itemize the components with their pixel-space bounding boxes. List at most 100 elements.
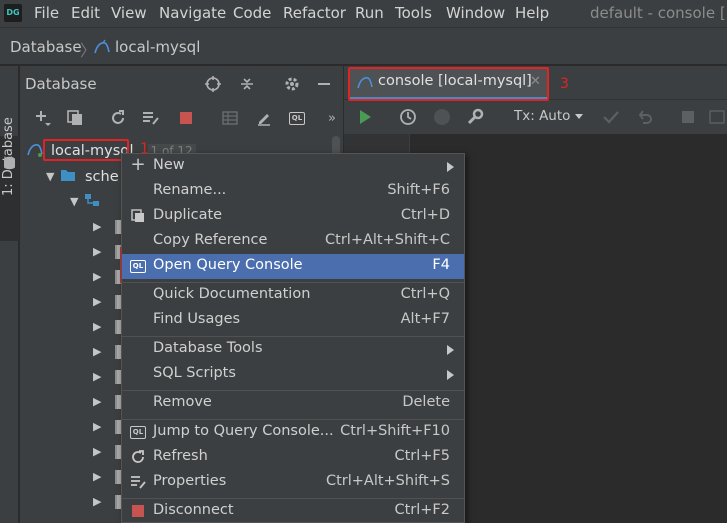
schema-icon bbox=[84, 193, 100, 211]
tree-schema-row[interactable]: ▼ sche bbox=[46, 164, 119, 189]
menu-item-database-tools[interactable]: Database Tools bbox=[122, 337, 464, 362]
collapse-all-icon[interactable] bbox=[236, 73, 258, 95]
submenu-arrow-icon bbox=[447, 345, 454, 355]
gear-icon[interactable] bbox=[281, 73, 303, 95]
tx-mode-select[interactable]: Tx: Auto bbox=[514, 108, 570, 124]
menu-item-label: Copy Reference bbox=[153, 232, 268, 248]
window-title: default - console [lo bbox=[590, 4, 727, 22]
rollback-icon[interactable] bbox=[634, 106, 656, 128]
properties-icon[interactable] bbox=[140, 107, 162, 129]
menu-item-open-query-console[interactable]: QL Open Query Console F4 bbox=[122, 254, 464, 279]
menu-item-label: Find Usages bbox=[153, 311, 241, 327]
menu-view[interactable]: View bbox=[111, 4, 147, 22]
menu-item-shortcut: F4 bbox=[432, 257, 450, 273]
edit-pencil-icon[interactable] bbox=[253, 107, 275, 129]
collapsed-arrow-icon: ▶ bbox=[93, 245, 102, 258]
menu-item-label: Quick Documentation bbox=[153, 286, 311, 302]
menu-item-shortcut: Delete bbox=[402, 394, 450, 410]
mysql-dolphin-icon bbox=[93, 39, 111, 59]
collapsed-arrow-icon: ▶ bbox=[93, 470, 102, 483]
menu-item-new[interactable]: + New bbox=[122, 154, 464, 179]
commit-check-icon[interactable] bbox=[600, 106, 622, 128]
menu-tools[interactable]: Tools bbox=[395, 4, 432, 22]
menu-item-quick-documentation[interactable]: Quick Documentation Ctrl+Q bbox=[122, 283, 464, 308]
collapsed-arrow-icon: ▶ bbox=[93, 220, 102, 233]
menu-item-copy-reference[interactable]: Copy Reference Ctrl+Alt+Shift+C bbox=[122, 229, 464, 254]
app-logo: DG bbox=[4, 4, 22, 22]
tree-schema-label: sche bbox=[85, 168, 119, 185]
menu-help[interactable]: Help bbox=[515, 4, 549, 22]
collapsed-arrow-icon: ▶ bbox=[93, 445, 102, 458]
menu-run[interactable]: Run bbox=[355, 4, 384, 22]
menu-item-duplicate[interactable]: Duplicate Ctrl+D bbox=[122, 204, 464, 229]
menu-item-shortcut: Ctrl+D bbox=[400, 207, 450, 223]
properties-icon bbox=[130, 474, 146, 490]
menu-item-shortcut: Shift+F6 bbox=[387, 182, 450, 198]
collapsed-arrow-icon: ▶ bbox=[93, 420, 102, 433]
refresh-icon[interactable] bbox=[107, 107, 129, 129]
submenu-arrow-icon bbox=[447, 370, 454, 380]
menu-item-remove[interactable]: Remove Delete bbox=[122, 391, 464, 416]
dropdown-arrow-icon bbox=[575, 114, 583, 119]
database-tool-tab[interactable]: 1: Database bbox=[0, 117, 19, 241]
menu-file[interactable]: File bbox=[34, 4, 59, 22]
history-clock-icon[interactable] bbox=[397, 106, 419, 128]
expanded-arrow-icon: ▼ bbox=[70, 195, 79, 208]
menu-edit[interactable]: Edit bbox=[71, 4, 100, 22]
menu-item-properties[interactable]: Properties Ctrl+Alt+Shift+S bbox=[122, 470, 464, 495]
ql-text: QL bbox=[289, 111, 305, 125]
collapsed-arrow-icon: ▶ bbox=[93, 370, 102, 383]
menu-item-disconnect[interactable]: Disconnect Ctrl+F2 bbox=[122, 499, 464, 523]
plus-icon: + bbox=[130, 153, 146, 175]
menu-item-refresh[interactable]: Refresh Ctrl+F5 bbox=[122, 445, 464, 470]
menu-item-shortcut: Ctrl+Shift+F10 bbox=[340, 423, 450, 439]
annotation-number-3: 3 bbox=[560, 76, 569, 92]
table-grid-icon[interactable] bbox=[219, 107, 241, 129]
ql-icon: QL bbox=[130, 424, 146, 440]
collapsed-arrow-icon: ▶ bbox=[93, 345, 102, 358]
database-panel-header: Database bbox=[20, 66, 343, 102]
stop-icon bbox=[130, 503, 146, 519]
menu-code[interactable]: Code bbox=[233, 4, 271, 22]
grid-icon[interactable] bbox=[706, 106, 727, 128]
menu-item-jump-to-query-console[interactable]: QL Jump to Query Console... Ctrl+Shift+F… bbox=[122, 420, 464, 445]
run-icon[interactable] bbox=[354, 106, 376, 128]
more-icon[interactable]: » bbox=[321, 107, 343, 129]
target-icon[interactable] bbox=[202, 73, 224, 95]
menu-item-shortcut: Ctrl+Alt+Shift+C bbox=[325, 232, 450, 248]
menu-item-label: Refresh bbox=[153, 448, 208, 464]
menu-item-find-usages[interactable]: Find Usages Alt+F7 bbox=[122, 308, 464, 333]
menu-navigate[interactable]: Navigate bbox=[159, 4, 226, 22]
database-cylinder-icon bbox=[3, 156, 16, 174]
minimize-icon[interactable] bbox=[313, 73, 335, 95]
stop-icon[interactable] bbox=[175, 107, 197, 129]
add-icon[interactable] bbox=[32, 107, 54, 129]
editor-toolbar: Tx: Auto bbox=[344, 100, 727, 134]
menu-item-label: Disconnect bbox=[153, 502, 234, 518]
menu-item-label: Database Tools bbox=[153, 340, 263, 356]
session-circle-icon[interactable] bbox=[431, 106, 453, 128]
collapsed-arrow-icon: ▶ bbox=[93, 395, 102, 408]
duplicate-icon[interactable] bbox=[64, 107, 86, 129]
query-console-icon[interactable]: QL bbox=[286, 107, 308, 129]
menu-item-label: New bbox=[153, 157, 185, 173]
menu-item-label: Remove bbox=[153, 394, 212, 410]
menu-item-sql-scripts[interactable]: SQL Scripts bbox=[122, 362, 464, 387]
folder-icon bbox=[60, 168, 76, 186]
stop-icon[interactable] bbox=[677, 106, 699, 128]
tool-stripe: 1: Database bbox=[0, 66, 19, 523]
database-toolbar: QL » bbox=[20, 102, 343, 134]
breadcrumb-local-mysql[interactable]: local-mysql bbox=[115, 38, 200, 56]
wrench-icon[interactable] bbox=[464, 106, 486, 128]
menu-item-label: Open Query Console bbox=[153, 257, 303, 273]
menu-item-rename[interactable]: Rename... Shift+F6 bbox=[122, 179, 464, 204]
annotation-box-root bbox=[43, 139, 129, 161]
menu-window[interactable]: Window bbox=[446, 4, 505, 22]
annotation-box-console-tab bbox=[348, 67, 549, 101]
breadcrumb-database[interactable]: Database bbox=[10, 38, 82, 56]
collapsed-arrow-icon: ▶ bbox=[93, 320, 102, 333]
menu-refactor[interactable]: Refactor bbox=[283, 4, 346, 22]
tree-schema-child-row[interactable]: ▼ bbox=[70, 189, 100, 214]
mysql-dolphin-icon bbox=[26, 141, 44, 161]
collapsed-arrow-icon: ▶ bbox=[93, 495, 102, 508]
